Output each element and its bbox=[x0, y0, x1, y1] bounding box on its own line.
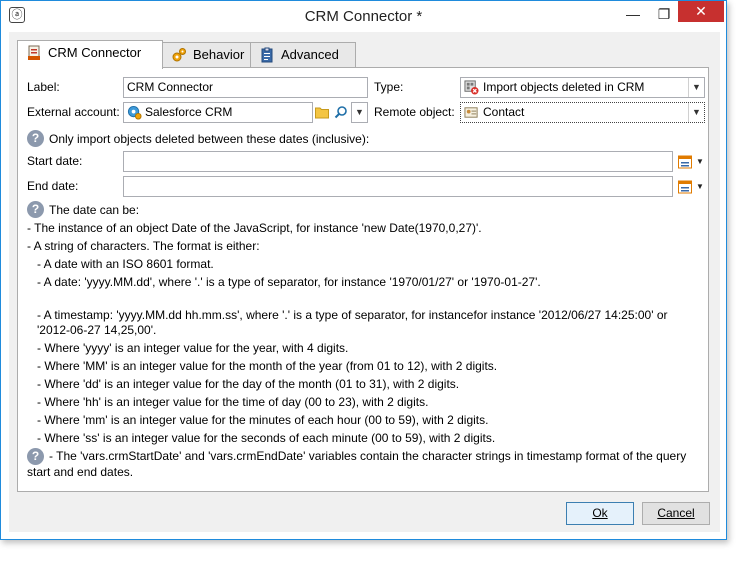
minimize-button[interactable]: — bbox=[618, 2, 648, 28]
tab-behavior[interactable]: Behavior bbox=[162, 42, 251, 67]
help-line: - Where 'hh' is an integer value for the… bbox=[27, 395, 429, 409]
help-line: - Where 'MM' is an integer value for the… bbox=[27, 359, 498, 373]
ok-button[interactable]: Ok bbox=[566, 502, 634, 525]
salesforce-account-icon bbox=[127, 105, 142, 120]
help-icon: ? bbox=[27, 201, 44, 218]
gears-icon bbox=[172, 48, 186, 62]
vars-help-line: - The 'vars.crmStartDate' and 'vars.crmE… bbox=[49, 449, 687, 463]
external-account-label: External account: bbox=[27, 105, 120, 119]
external-account-dropdown[interactable]: ▼ bbox=[351, 102, 368, 123]
chevron-down-icon: ▼ bbox=[355, 107, 364, 117]
tab-label: Advanced bbox=[281, 47, 339, 62]
help-line: '2012-06-27 14,25,00'. bbox=[27, 323, 157, 337]
help-line: - Where 'ss' is an integer value for the… bbox=[27, 431, 496, 445]
dates-hint-text: Only import objects deleted between thes… bbox=[49, 132, 370, 146]
help-line: - A timestamp: 'yyyy.MM.dd hh.mm.ss', wh… bbox=[27, 308, 668, 322]
import-deleted-icon bbox=[464, 80, 479, 95]
type-label: Type: bbox=[374, 80, 404, 94]
start-date-input[interactable] bbox=[123, 151, 673, 172]
end-date-dropdown-arrow[interactable]: ▼ bbox=[696, 182, 704, 191]
start-date-dropdown-arrow[interactable]: ▼ bbox=[696, 157, 704, 166]
help-line: - The instance of an object Date of the … bbox=[27, 221, 482, 235]
cancel-button-label: Cancel bbox=[657, 506, 695, 520]
label-field-label: Label: bbox=[27, 80, 60, 94]
ok-button-label: Ok bbox=[592, 506, 608, 520]
remote-object-value: Contact bbox=[483, 105, 525, 119]
external-account-value: Salesforce CRM bbox=[145, 105, 233, 119]
external-account-input[interactable]: Salesforce CRM bbox=[123, 102, 313, 123]
tab-panel-crm-connector: Label: CRM Connector Type: Import object… bbox=[17, 67, 709, 492]
start-date-label: Start date: bbox=[27, 154, 83, 168]
remote-object-select[interactable]: Contact ▼ bbox=[460, 102, 705, 123]
help-icon: ? bbox=[27, 130, 44, 147]
help-line: - A string of characters. The format is … bbox=[27, 239, 260, 253]
dialog-body: CRM Connector Behavior Advanced Label: C… bbox=[9, 32, 720, 532]
help-icon: ? bbox=[27, 448, 44, 465]
help-line: - A date with an ISO 8601 format. bbox=[27, 257, 214, 271]
crm-connector-dialog: ⓐ CRM Connector * — ❐ ✕ CRM Connector Be… bbox=[0, 0, 727, 540]
calendar-icon[interactable] bbox=[678, 155, 692, 169]
search-icon[interactable] bbox=[334, 105, 348, 119]
restore-button[interactable]: ❐ bbox=[649, 2, 679, 28]
type-select-value: Import objects deleted in CRM bbox=[483, 80, 645, 94]
contact-icon bbox=[464, 107, 478, 118]
tab-label: CRM Connector bbox=[48, 45, 142, 60]
help-line: - Where 'mm' is an integer value for the… bbox=[27, 413, 489, 427]
crm-icon bbox=[28, 45, 40, 60]
tab-crm-connector[interactable]: CRM Connector bbox=[17, 40, 163, 69]
cancel-button[interactable]: Cancel bbox=[642, 502, 710, 525]
clipboard-icon bbox=[261, 47, 273, 63]
help-heading: The date can be: bbox=[49, 203, 140, 217]
tab-label: Behavior bbox=[193, 47, 245, 62]
end-date-label: End date: bbox=[27, 179, 79, 193]
close-button[interactable]: ✕ bbox=[678, 1, 724, 22]
help-line: - Where 'dd' is an integer value for the… bbox=[27, 377, 460, 391]
vars-help-line: start and end dates. bbox=[27, 465, 134, 479]
label-input[interactable]: CRM Connector bbox=[123, 77, 368, 98]
remote-object-label: Remote object: bbox=[374, 105, 455, 119]
type-select[interactable]: Import objects deleted in CRM ▼ bbox=[460, 77, 705, 98]
chevron-down-icon[interactable]: ▼ bbox=[688, 103, 704, 122]
calendar-icon[interactable] bbox=[678, 180, 692, 194]
help-line: - Where 'yyyy' is an integer value for t… bbox=[27, 341, 349, 355]
tab-advanced[interactable]: Advanced bbox=[250, 42, 356, 67]
title-bar[interactable]: ⓐ CRM Connector * — ❐ ✕ bbox=[1, 1, 726, 32]
help-line: - A date: 'yyyy.MM.dd', where '.' is a t… bbox=[27, 275, 541, 289]
end-date-input[interactable] bbox=[123, 176, 673, 197]
chevron-down-icon[interactable]: ▼ bbox=[688, 78, 704, 97]
folder-icon[interactable] bbox=[315, 106, 329, 119]
